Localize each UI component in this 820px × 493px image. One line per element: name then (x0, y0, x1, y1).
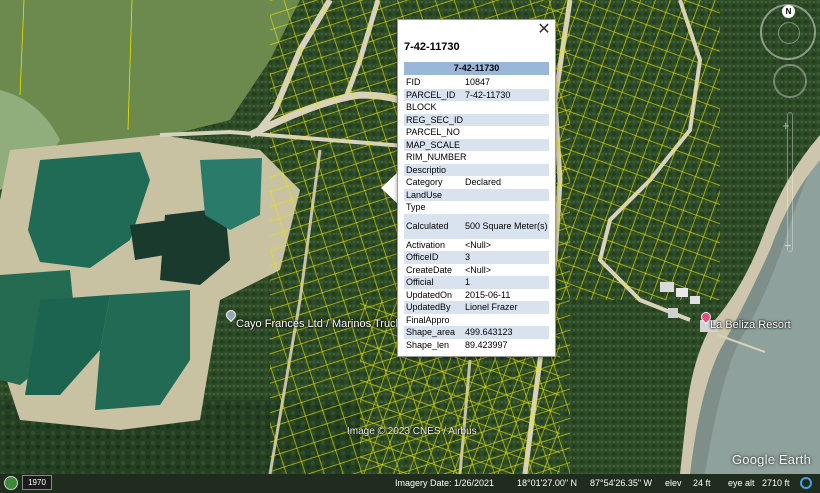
table-row: PARCEL_ID 7-42-11730 (404, 88, 549, 101)
field-value: 1 (465, 277, 471, 287)
map-label-resort[interactable]: La Beliza Resort (710, 319, 791, 331)
table-row: PARCEL_NO (404, 126, 549, 139)
table-row: UpdatedBy Lionel Frazer (404, 301, 549, 314)
table-row: Activation <Null> (404, 239, 549, 252)
table-row: OfficeID 3 (404, 251, 549, 264)
table-row: MAP_SCALE (404, 138, 549, 152)
eye-alt-value: 2710 ft (762, 478, 790, 488)
field-name: LandUse (406, 189, 443, 200)
status-bar: 1970 Imagery Date: 1/26/2021 18°01'27.00… (0, 474, 820, 493)
field-name: PARCEL_ID (406, 89, 456, 100)
field-value: <Null> (465, 239, 492, 250)
table-row: Shape_area 499.643123 (404, 326, 549, 339)
field-name: UpdatedOn (406, 289, 453, 300)
field-name: Official (406, 277, 434, 287)
field-name: OfficeID (406, 252, 439, 262)
table-row: BLOCK (404, 101, 549, 114)
google-earth-logo: Google Earth (732, 452, 812, 467)
look-joystick[interactable] (778, 22, 800, 44)
attribute-table: 7-42-11730 FID 10847 PARCEL_ID 7-42-11730 BL… (404, 62, 549, 351)
field-value: 7-42-11730 (465, 89, 511, 100)
balloon-title: 7-42-11730 (404, 41, 460, 53)
field-value (465, 189, 549, 202)
field-value (465, 101, 549, 114)
imagery-date: Imagery Date: 1/26/2021 (395, 478, 495, 488)
parcel-info-balloon: ✕ 7-42-11730 7-42-11730 FID 10847 PARCEL_I… (397, 19, 556, 357)
field-name: CreateDate (406, 264, 453, 275)
longitude: 87°54'26.35" W (590, 478, 653, 488)
zoom-slider[interactable] (787, 112, 793, 252)
north-indicator[interactable]: N (782, 5, 795, 18)
streaming-icon (800, 477, 812, 489)
table-row: Category Declared (404, 176, 549, 189)
table-row: Official 1 (404, 276, 549, 289)
historical-imagery-icon[interactable] (4, 476, 18, 490)
field-value (465, 201, 549, 214)
elevation-label: elev (665, 478, 682, 488)
field-value: 2015-06-11 (465, 289, 511, 300)
field-value (465, 151, 549, 164)
table-row: Calculated 500 Square Meter(s) (404, 213, 549, 239)
field-name: Shape_len (406, 339, 450, 350)
elevation-value: 24 ft (693, 478, 711, 488)
field-value (465, 139, 549, 152)
table-row: FinalAppro (404, 314, 549, 327)
field-name: Category (406, 177, 443, 187)
field-name: MAP_SCALE (406, 139, 461, 150)
field-value: Lionel Frazer (465, 302, 518, 312)
field-value (465, 114, 549, 127)
table-row: FID 10847 (404, 76, 549, 89)
field-name: BLOCK (406, 102, 437, 112)
balloon-pointer (381, 172, 398, 204)
close-icon[interactable]: ✕ (537, 21, 551, 39)
table-row: REG_SEC_ID (404, 113, 549, 127)
table-row: Shape_len 89.423997 (404, 339, 549, 352)
latitude: 18°01'27.00" N (517, 478, 578, 488)
field-value: 500 Square Meter(s) (465, 220, 548, 231)
zoom-in-icon[interactable]: + (782, 118, 790, 133)
field-value: 3 (465, 252, 471, 262)
field-value: 10847 (465, 77, 491, 87)
field-name: FID (406, 77, 421, 87)
map-label-cayo[interactable]: Cayo Frances Ltd / Marinos Trucki (236, 318, 404, 330)
field-name: Shape_area (406, 327, 456, 337)
field-value: 89.423997 (465, 339, 508, 350)
field-name: FinalAppro (406, 314, 450, 325)
field-value: Declared (465, 177, 502, 187)
move-joystick[interactable] (773, 64, 807, 98)
field-value (465, 164, 549, 177)
field-value: <Null> (465, 264, 492, 275)
field-name: UpdatedBy (406, 302, 451, 312)
field-name: Activation (406, 239, 446, 250)
table-rows: FID 10847 PARCEL_ID 7-42-11730 BLOCK REG_SEC_… (404, 76, 549, 351)
field-value: 499.643123 (465, 327, 513, 337)
table-row: Descriptio (404, 163, 549, 177)
zoom-out-icon[interactable]: − (784, 238, 792, 253)
eye-alt-label: eye alt (728, 478, 755, 488)
field-value (465, 314, 549, 327)
table-header: 7-42-11730 (404, 62, 549, 75)
historical-year-box[interactable]: 1970 (22, 475, 52, 490)
imagery-copyright: Image © 2023 CNES / Airbus (347, 426, 477, 437)
table-row: LandUse (404, 188, 549, 202)
table-row: RIM_NUMBER (404, 151, 549, 164)
field-name: RIM_NUMBER (406, 152, 467, 162)
field-name: Descriptio (406, 164, 447, 175)
table-row: CreateDate <Null> (404, 264, 549, 277)
field-name: Calculated (406, 220, 449, 231)
table-row: UpdatedOn 2015-06-11 (404, 289, 549, 302)
field-name: PARCEL_NO (406, 127, 460, 137)
field-name: Type (406, 202, 426, 212)
field-name: REG_SEC_ID (406, 114, 464, 125)
field-value (465, 126, 549, 139)
table-row: Type (404, 201, 549, 214)
